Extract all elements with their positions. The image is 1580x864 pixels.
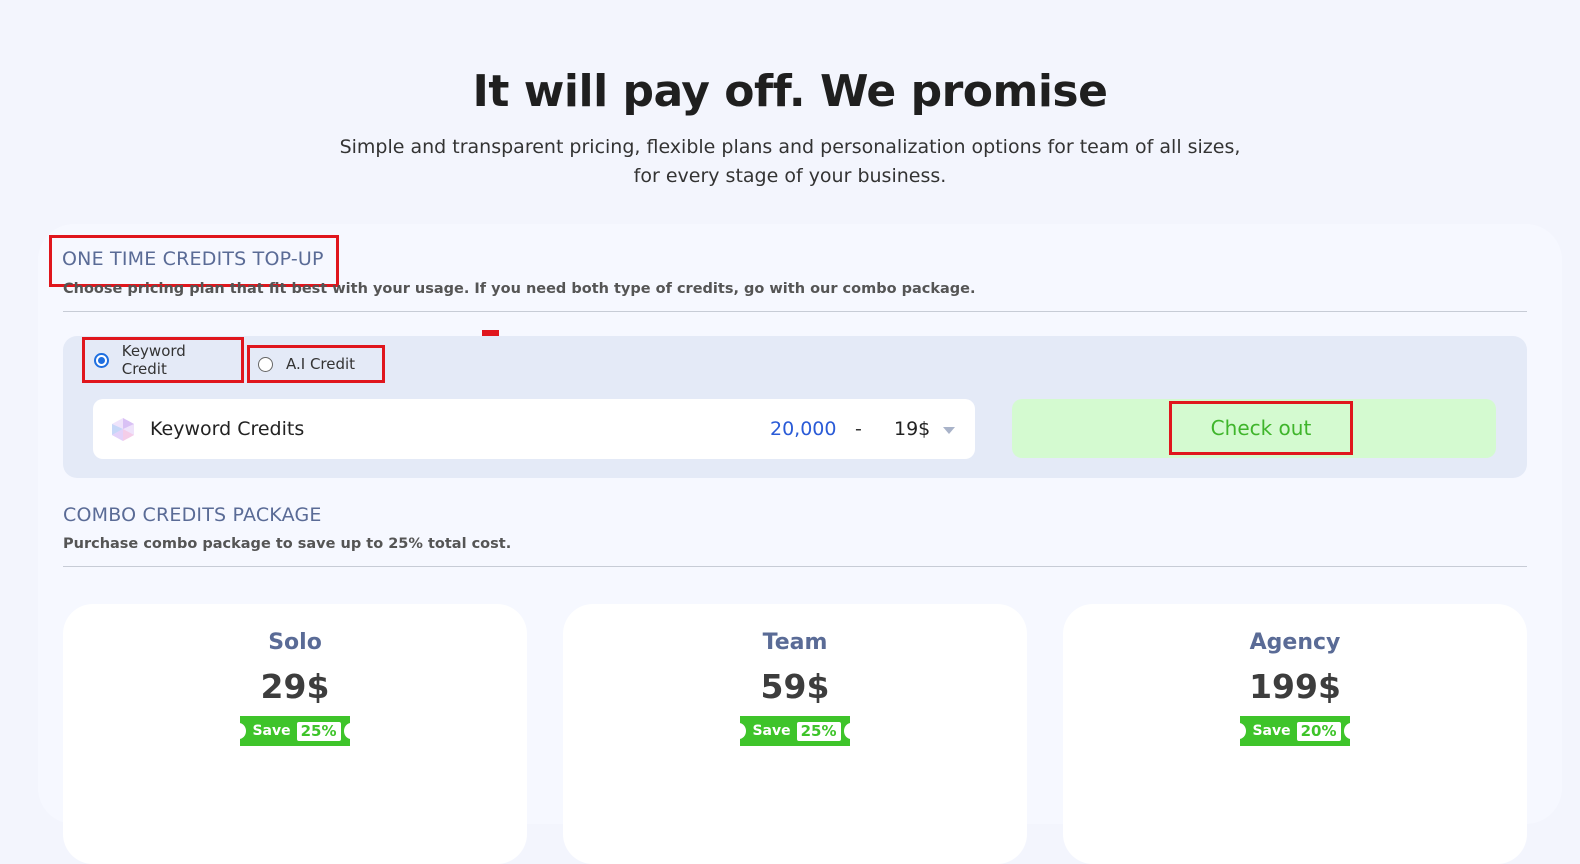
radio-keyword-credit-indicator[interactable] [94,352,109,368]
plan-card-agency[interactable]: Agency 199$ Save 20% [1063,604,1527,864]
radio-ai-credit[interactable]: A.I Credit [247,345,385,383]
page-subtitle-line2: for every stage of your business. [633,165,947,187]
checkout-button[interactable]: Check out [1169,401,1353,455]
checkout-area: Check out [1012,399,1496,458]
plan-card-solo[interactable]: Solo 29$ Save 25% [63,604,527,864]
credit-package-select[interactable]: Keyword Credits 20,000 - 19$ [93,399,975,459]
save-percent: 20% [1296,721,1341,741]
radio-ai-credit-label: A.I Credit [286,355,356,373]
page-subtitle: Simple and transparent pricing, flexible… [330,133,1250,191]
topup-divider [63,311,1527,312]
radio-ai-credit-indicator[interactable] [258,356,273,372]
save-badge: Save 25% [232,716,358,746]
plan-name: Agency [1249,630,1341,655]
hero: It will pay off. We promise Simple and t… [0,0,1580,191]
credit-price: 19$ [894,418,931,440]
save-badge: Save 25% [732,716,858,746]
save-badge: Save 20% [1232,716,1358,746]
combo-subtitle: Purchase combo package to save up to 25%… [63,536,512,552]
page-subtitle-line1: Simple and transparent pricing, flexible… [339,136,1241,158]
save-label: Save [752,723,791,739]
plan-price: 59$ [760,667,830,706]
topup-box: Keyword Credit A.I Credit Keyword Credit… [63,336,1527,478]
combo-title: COMBO CREDITS PACKAGE [63,504,322,526]
radio-keyword-credit[interactable]: Keyword Credit [82,337,244,383]
plan-name: Team [762,630,828,655]
save-percent: 25% [296,721,341,741]
save-label: Save [252,723,291,739]
save-percent: 25% [796,721,841,741]
plan-card-team[interactable]: Team 59$ Save 25% [563,604,1027,864]
credit-package-label: Keyword Credits [150,418,305,440]
credit-separator: - [855,418,862,440]
chevron-down-icon[interactable] [943,427,955,434]
plan-name: Solo [268,630,322,655]
plan-price: 29$ [260,667,330,706]
topup-title: ONE TIME CREDITS TOP-UP [49,235,339,287]
pricing-panel: ONE TIME CREDITS TOP-UP Choose pricing p… [38,224,1562,864]
plan-price: 199$ [1249,667,1341,706]
radio-keyword-credit-label: Keyword Credit [121,342,186,378]
page-title: It will pay off. We promise [472,66,1108,117]
gem-icon [112,418,134,441]
save-label: Save [1252,723,1291,739]
credit-amount: 20,000 [770,418,837,440]
topup-subtitle: Choose pricing plan that fit best with y… [63,281,976,297]
combo-divider [63,566,1527,567]
